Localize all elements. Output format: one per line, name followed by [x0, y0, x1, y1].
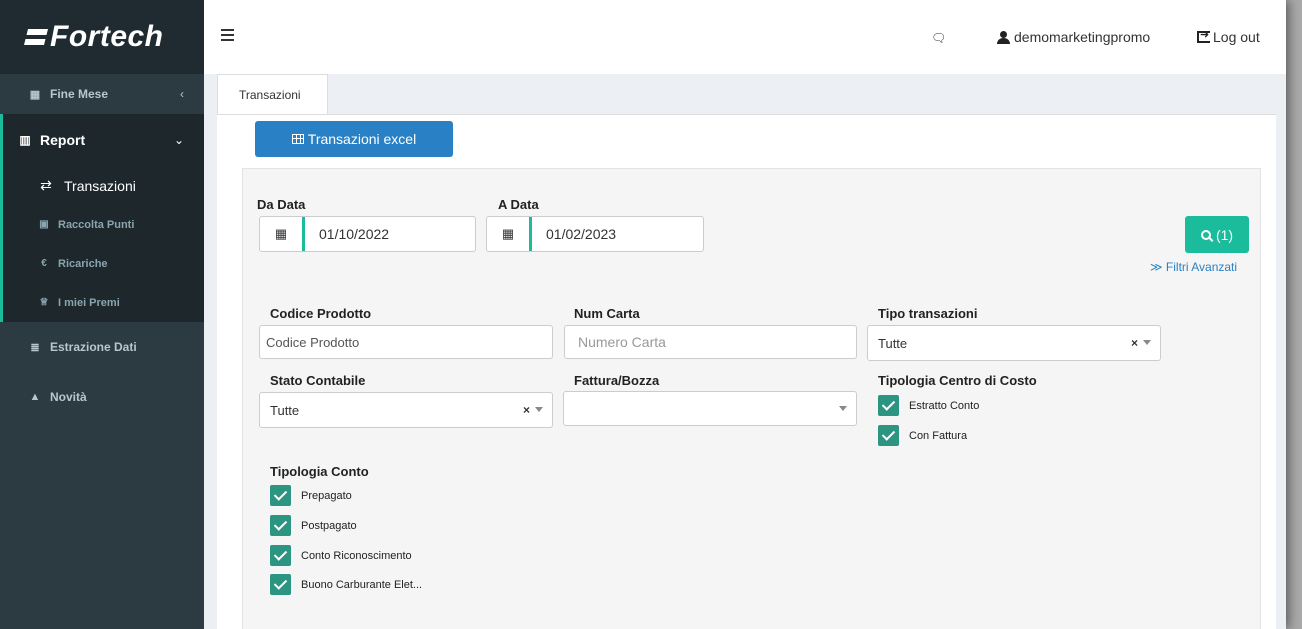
search-count: (1): [1215, 226, 1234, 243]
tipo-transazioni-value: Tutte: [878, 335, 908, 351]
sidebar-subitem-ricariche[interactable]: € Ricariche: [3, 244, 204, 283]
num-carta-label: Num Carta: [574, 306, 640, 321]
clear-icon[interactable]: ×: [523, 403, 530, 417]
num-carta-input[interactable]: Numero Carta: [564, 325, 857, 359]
checkbox-label: Prepagato: [301, 489, 352, 502]
exchange-icon: ⇄: [40, 177, 52, 193]
fattura-bozza-label: Fattura/Bozza: [574, 373, 660, 388]
checkbox-conto-riconoscimento[interactable]: Conto Riconoscimento: [270, 545, 412, 566]
search-icon: [1200, 229, 1211, 240]
tab-transazioni[interactable]: Transazioni: [217, 74, 328, 115]
advanced-filters-link[interactable]: ≫ Filtri Avanzati: [1150, 260, 1237, 274]
euro-icon: €: [41, 258, 47, 269]
codice-prodotto-label: Codice Prodotto: [270, 306, 372, 321]
da-data-label: Da Data: [257, 197, 306, 212]
checkbox-postpagato[interactable]: Postpagato: [270, 515, 357, 536]
checkbox-label: Estratto Conto: [909, 399, 980, 412]
sidebar-item-label: Novità: [50, 390, 87, 404]
clear-icon[interactable]: ×: [1131, 336, 1138, 350]
chevron-left-icon: ‹: [180, 87, 184, 101]
chat-icon[interactable]: 🗨: [931, 31, 946, 45]
search-button[interactable]: (1): [1185, 216, 1249, 253]
sidebar-item-label: Transazioni: [64, 177, 136, 194]
app-window: Fortech ▦ Fine Mese ‹ ▥ Report ⌄ ⇄ Trans…: [0, 0, 1286, 629]
sidebar-item-report[interactable]: ▥ Report ⌄: [3, 114, 204, 166]
user-icon: [997, 30, 1010, 44]
a-data-field[interactable]: ▦ 01/02/2023: [486, 216, 704, 252]
tipo-transazioni-select[interactable]: Tutte ×: [867, 325, 1161, 361]
top-navbar: 🗨 demomarketingpromo Log out: [204, 0, 1286, 74]
sidebar-subitem-transazioni[interactable]: ⇄ Transazioni: [3, 166, 204, 205]
brand-name: Fortech: [50, 20, 164, 53]
sidebar-subitem-raccolta-punti[interactable]: ▣ Raccolta Punti: [3, 205, 204, 244]
main-content: Transazioni Transazioni excel Da Data ▦ …: [204, 74, 1286, 629]
logo-mark-icon: [24, 29, 48, 45]
dropdown-arrow-icon: [1143, 340, 1151, 345]
da-data-field[interactable]: ▦ 01/10/2022: [259, 216, 476, 252]
a-data-label: A Data: [498, 197, 539, 212]
checkbox-con-fattura[interactable]: Con Fattura: [878, 425, 967, 446]
database-icon: ≣: [30, 341, 40, 354]
checkmark-icon: [878, 425, 899, 446]
calendar-icon: ▦: [501, 226, 515, 241]
trophy-icon: ♕: [39, 297, 49, 308]
username: demomarketingpromo: [1014, 29, 1151, 45]
sidebar-item-novita[interactable]: ▲ Novità: [0, 377, 204, 417]
stato-contabile-select[interactable]: Tutte ×: [259, 392, 553, 428]
user-menu[interactable]: demomarketingpromo: [997, 29, 1150, 45]
chevron-down-icon: ⌄: [173, 133, 184, 147]
checkmark-icon: [270, 515, 291, 536]
sidebar-group-report: ▥ Report ⌄ ⇄ Transazioni ▣ Raccolta Punt…: [0, 114, 204, 322]
sidebar-subitem-i-miei-premi[interactable]: ♕ I miei Premi: [3, 283, 204, 322]
sidebar-item-label: Raccolta Punti: [58, 218, 135, 231]
tipo-transazioni-label: Tipo transazioni: [878, 306, 978, 321]
calendar-icon: ▦: [29, 88, 41, 101]
dropdown-arrow-icon: [535, 407, 543, 412]
checkmark-icon: [270, 574, 291, 595]
sidebar-item-label: Ricariche: [58, 257, 108, 270]
checkbox-label: Con Fattura: [909, 429, 968, 442]
advanced-filters-label: Filtri Avanzati: [1165, 260, 1238, 274]
dropdown-arrow-icon: [839, 406, 847, 411]
logout-button[interactable]: Log out: [1197, 28, 1260, 45]
bell-icon: ▲: [29, 391, 41, 403]
sidebar: Fortech ▦ Fine Mese ‹ ▥ Report ⌄ ⇄ Trans…: [0, 0, 204, 629]
a-data-value: 01/02/2023: [529, 217, 616, 251]
checkbox-label: Buono Carburante Elet...: [301, 578, 423, 591]
tipologia-conto-label: Tipologia Conto: [270, 464, 369, 479]
stato-contabile-label: Stato Contabile: [270, 373, 366, 388]
sidebar-item-label: Fine Mese: [50, 87, 109, 101]
sidebar-item-estrazione-dati[interactable]: ≣ Estrazione Dati: [0, 327, 204, 367]
sidebar-item-label: I miei Premi: [58, 296, 120, 309]
sidebar-item-label: Report: [40, 132, 86, 148]
excel-export-button[interactable]: Transazioni excel: [255, 121, 453, 157]
tab-panel: Transazioni excel Da Data ▦ 01/10/2022 A…: [217, 114, 1276, 629]
logout-icon: [1197, 28, 1210, 43]
bar-chart-icon: ▥: [19, 133, 31, 147]
checkbox-label: Postpagato: [301, 519, 357, 532]
fattura-bozza-select[interactable]: [563, 391, 857, 426]
table-icon: [291, 134, 304, 144]
calendar-icon: ▦: [274, 226, 288, 241]
checkbox-buono-carburante[interactable]: Buono Carburante Elet...: [270, 574, 422, 595]
checkmark-icon: [878, 395, 899, 416]
brand-logo[interactable]: Fortech: [0, 0, 204, 74]
logout-label: Log out: [1213, 29, 1260, 45]
chevron-double-down-icon: ≫: [1150, 260, 1163, 274]
centro-costo-label: Tipologia Centro di Costo: [878, 373, 1037, 388]
codice-prodotto-input[interactable]: Codice Prodotto: [259, 325, 553, 359]
sidebar-item-fine-mese[interactable]: ▦ Fine Mese ‹: [0, 74, 204, 114]
checkmark-icon: [270, 545, 291, 566]
sidebar-item-label: Estrazione Dati: [50, 340, 137, 354]
checkmark-icon: [270, 485, 291, 506]
menu-toggle-icon[interactable]: [221, 29, 234, 44]
filter-panel: Da Data ▦ 01/10/2022 A Data ▦ 01/02/2023…: [242, 168, 1261, 629]
stato-contabile-value: Tutte: [270, 402, 300, 418]
da-data-value: 01/10/2022: [302, 217, 389, 251]
checkbox-estratto-conto[interactable]: Estratto Conto: [878, 395, 979, 416]
excel-export-label: Transazioni excel: [307, 131, 417, 147]
gift-icon: ▣: [39, 219, 49, 230]
checkbox-prepagato[interactable]: Prepagato: [270, 485, 352, 506]
checkbox-label: Conto Riconoscimento: [301, 549, 412, 562]
